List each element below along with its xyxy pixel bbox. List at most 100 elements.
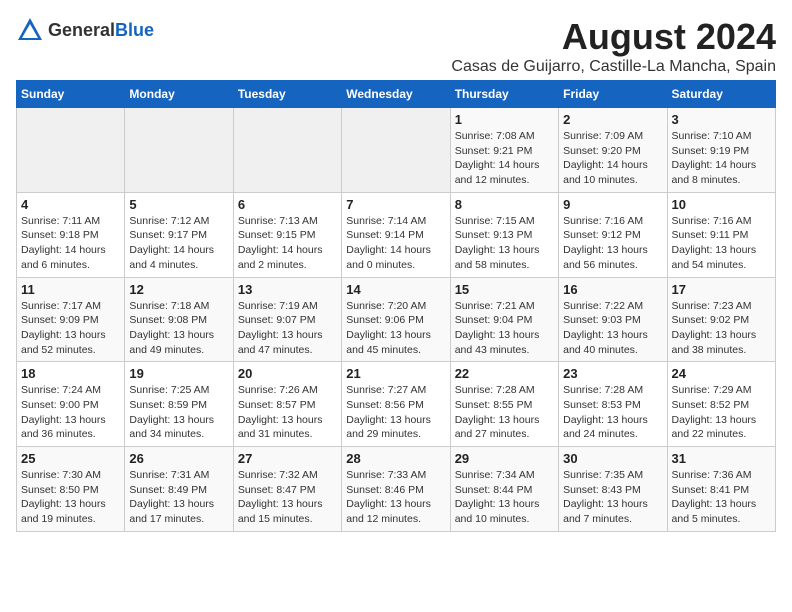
calendar-cell: 5Sunrise: 7:12 AM Sunset: 9:17 PM Daylig… bbox=[125, 192, 233, 277]
calendar-cell: 12 Sunrise: 7:18 AM Sunset: 9:08 PM Dayli… bbox=[125, 277, 233, 362]
day-detail: Sunrise: 7:23 AM Sunset: 9:02 PM Dayligh… bbox=[672, 299, 771, 358]
days-of-week-row: Sunday Monday Tuesday Wednesday Thursday… bbox=[17, 81, 776, 108]
calendar-cell: 26 Sunrise: 7:31 AM Sunset: 8:49 PM Dayli… bbox=[125, 447, 233, 532]
day-detail: Sunrise: 7:14 AM Sunset: 9:14 PM Dayligh… bbox=[346, 214, 445, 273]
calendar-cell: 21 Sunrise: 7:27 AM Sunset: 8:56 PM Dayli… bbox=[342, 362, 450, 447]
calendar-cell: 29 Sunrise: 7:34 AM Sunset: 8:44 PM Dayli… bbox=[450, 447, 558, 532]
col-tuesday: Tuesday bbox=[233, 81, 341, 108]
calendar-week-4: 18 Sunrise: 7:24 AM Sunset: 9:00 PM Dayli… bbox=[17, 362, 776, 447]
calendar-cell: 10Sunrise: 7:16 AM Sunset: 9:11 PM Dayli… bbox=[667, 192, 775, 277]
day-number: 23 bbox=[563, 366, 662, 381]
day-number: 5 bbox=[129, 197, 228, 212]
logo-icon bbox=[16, 16, 44, 44]
day-detail: Sunrise: 7:08 AM Sunset: 9:21 PM Dayligh… bbox=[455, 129, 554, 188]
col-thursday: Thursday bbox=[450, 81, 558, 108]
calendar-cell: 7 Sunrise: 7:14 AM Sunset: 9:14 PM Daylig… bbox=[342, 192, 450, 277]
day-detail: Sunrise: 7:31 AM Sunset: 8:49 PM Dayligh… bbox=[129, 468, 228, 527]
day-number: 20 bbox=[238, 366, 337, 381]
calendar-cell bbox=[17, 108, 125, 193]
calendar-cell: 20 Sunrise: 7:26 AM Sunset: 8:57 PM Dayli… bbox=[233, 362, 341, 447]
month-title: August 2024 bbox=[451, 16, 776, 58]
day-number: 21 bbox=[346, 366, 445, 381]
calendar-cell: 13Sunrise: 7:19 AM Sunset: 9:07 PM Dayli… bbox=[233, 277, 341, 362]
day-detail: Sunrise: 7:22 AM Sunset: 9:03 PM Dayligh… bbox=[563, 299, 662, 358]
day-number: 27 bbox=[238, 451, 337, 466]
day-detail: Sunrise: 7:29 AM Sunset: 8:52 PM Dayligh… bbox=[672, 383, 771, 442]
calendar-week-5: 25Sunrise: 7:30 AM Sunset: 8:50 PM Dayli… bbox=[17, 447, 776, 532]
day-number: 6 bbox=[238, 197, 337, 212]
calendar-cell: 9 Sunrise: 7:16 AM Sunset: 9:12 PM Daylig… bbox=[559, 192, 667, 277]
day-detail: Sunrise: 7:13 AM Sunset: 9:15 PM Dayligh… bbox=[238, 214, 337, 273]
calendar-cell: 27 Sunrise: 7:32 AM Sunset: 8:47 PM Dayli… bbox=[233, 447, 341, 532]
day-number: 15 bbox=[455, 282, 554, 297]
day-number: 19 bbox=[129, 366, 228, 381]
day-number: 22 bbox=[455, 366, 554, 381]
day-detail: Sunrise: 7:32 AM Sunset: 8:47 PM Dayligh… bbox=[238, 468, 337, 527]
day-number: 24 bbox=[672, 366, 771, 381]
calendar-cell: 19 Sunrise: 7:25 AM Sunset: 8:59 PM Dayli… bbox=[125, 362, 233, 447]
day-detail: Sunrise: 7:26 AM Sunset: 8:57 PM Dayligh… bbox=[238, 383, 337, 442]
day-detail: Sunrise: 7:20 AM Sunset: 9:06 PM Dayligh… bbox=[346, 299, 445, 358]
calendar-cell: 16 Sunrise: 7:22 AM Sunset: 9:03 PM Dayli… bbox=[559, 277, 667, 362]
col-friday: Friday bbox=[559, 81, 667, 108]
day-detail: Sunrise: 7:16 AM Sunset: 9:12 PM Dayligh… bbox=[563, 214, 662, 273]
calendar-cell: 1Sunrise: 7:08 AM Sunset: 9:21 PM Daylig… bbox=[450, 108, 558, 193]
day-number: 12 bbox=[129, 282, 228, 297]
day-number: 7 bbox=[346, 197, 445, 212]
col-wednesday: Wednesday bbox=[342, 81, 450, 108]
calendar-week-1: 1Sunrise: 7:08 AM Sunset: 9:21 PM Daylig… bbox=[17, 108, 776, 193]
day-detail: Sunrise: 7:34 AM Sunset: 8:44 PM Dayligh… bbox=[455, 468, 554, 527]
calendar-cell: 25Sunrise: 7:30 AM Sunset: 8:50 PM Dayli… bbox=[17, 447, 125, 532]
day-number: 2 bbox=[563, 112, 662, 127]
day-detail: Sunrise: 7:15 AM Sunset: 9:13 PM Dayligh… bbox=[455, 214, 554, 273]
day-detail: Sunrise: 7:33 AM Sunset: 8:46 PM Dayligh… bbox=[346, 468, 445, 527]
col-sunday: Sunday bbox=[17, 81, 125, 108]
col-saturday: Saturday bbox=[667, 81, 775, 108]
day-detail: Sunrise: 7:28 AM Sunset: 8:53 PM Dayligh… bbox=[563, 383, 662, 442]
day-detail: Sunrise: 7:09 AM Sunset: 9:20 PM Dayligh… bbox=[563, 129, 662, 188]
calendar-cell: 18 Sunrise: 7:24 AM Sunset: 9:00 PM Dayli… bbox=[17, 362, 125, 447]
calendar-cell bbox=[233, 108, 341, 193]
day-detail: Sunrise: 7:18 AM Sunset: 9:08 PM Dayligh… bbox=[129, 299, 228, 358]
day-number: 31 bbox=[672, 451, 771, 466]
day-detail: Sunrise: 7:17 AM Sunset: 9:09 PM Dayligh… bbox=[21, 299, 120, 358]
title-area: August 2024 Casas de Guijarro, Castille-… bbox=[451, 16, 776, 76]
day-detail: Sunrise: 7:35 AM Sunset: 8:43 PM Dayligh… bbox=[563, 468, 662, 527]
day-detail: Sunrise: 7:36 AM Sunset: 8:41 PM Dayligh… bbox=[672, 468, 771, 527]
day-number: 8 bbox=[455, 197, 554, 212]
day-detail: Sunrise: 7:19 AM Sunset: 9:07 PM Dayligh… bbox=[238, 299, 337, 358]
day-detail: Sunrise: 7:11 AM Sunset: 9:18 PM Dayligh… bbox=[21, 214, 120, 273]
day-detail: Sunrise: 7:28 AM Sunset: 8:55 PM Dayligh… bbox=[455, 383, 554, 442]
day-number: 9 bbox=[563, 197, 662, 212]
calendar-week-3: 11 Sunrise: 7:17 AM Sunset: 9:09 PM Dayli… bbox=[17, 277, 776, 362]
logo-blue-text: Blue bbox=[115, 20, 154, 40]
day-number: 11 bbox=[21, 282, 120, 297]
calendar-cell: 22 Sunrise: 7:28 AM Sunset: 8:55 PM Dayli… bbox=[450, 362, 558, 447]
calendar-cell: 15 Sunrise: 7:21 AM Sunset: 9:04 PM Dayli… bbox=[450, 277, 558, 362]
day-number: 4 bbox=[21, 197, 120, 212]
logo-general-text: General bbox=[48, 20, 115, 40]
day-number: 26 bbox=[129, 451, 228, 466]
day-detail: Sunrise: 7:27 AM Sunset: 8:56 PM Dayligh… bbox=[346, 383, 445, 442]
day-detail: Sunrise: 7:24 AM Sunset: 9:00 PM Dayligh… bbox=[21, 383, 120, 442]
calendar-cell: 8 Sunrise: 7:15 AM Sunset: 9:13 PM Daylig… bbox=[450, 192, 558, 277]
calendar-cell: 14Sunrise: 7:20 AM Sunset: 9:06 PM Dayli… bbox=[342, 277, 450, 362]
calendar-cell: 24 Sunrise: 7:29 AM Sunset: 8:52 PM Dayli… bbox=[667, 362, 775, 447]
col-monday: Monday bbox=[125, 81, 233, 108]
day-number: 18 bbox=[21, 366, 120, 381]
day-detail: Sunrise: 7:21 AM Sunset: 9:04 PM Dayligh… bbox=[455, 299, 554, 358]
calendar-cell: 11 Sunrise: 7:17 AM Sunset: 9:09 PM Dayli… bbox=[17, 277, 125, 362]
day-number: 10 bbox=[672, 197, 771, 212]
day-number: 17 bbox=[672, 282, 771, 297]
calendar-header: Sunday Monday Tuesday Wednesday Thursday… bbox=[17, 81, 776, 108]
day-detail: Sunrise: 7:25 AM Sunset: 8:59 PM Dayligh… bbox=[129, 383, 228, 442]
calendar-table: Sunday Monday Tuesday Wednesday Thursday… bbox=[16, 80, 776, 532]
location-title: Casas de Guijarro, Castille-La Mancha, S… bbox=[451, 58, 776, 76]
day-number: 16 bbox=[563, 282, 662, 297]
day-number: 28 bbox=[346, 451, 445, 466]
day-number: 29 bbox=[455, 451, 554, 466]
calendar-cell: 17 Sunrise: 7:23 AM Sunset: 9:02 PM Dayli… bbox=[667, 277, 775, 362]
logo: GeneralBlue bbox=[16, 16, 154, 44]
header: GeneralBlue August 2024 Casas de Guijarr… bbox=[16, 16, 776, 76]
day-number: 25 bbox=[21, 451, 120, 466]
